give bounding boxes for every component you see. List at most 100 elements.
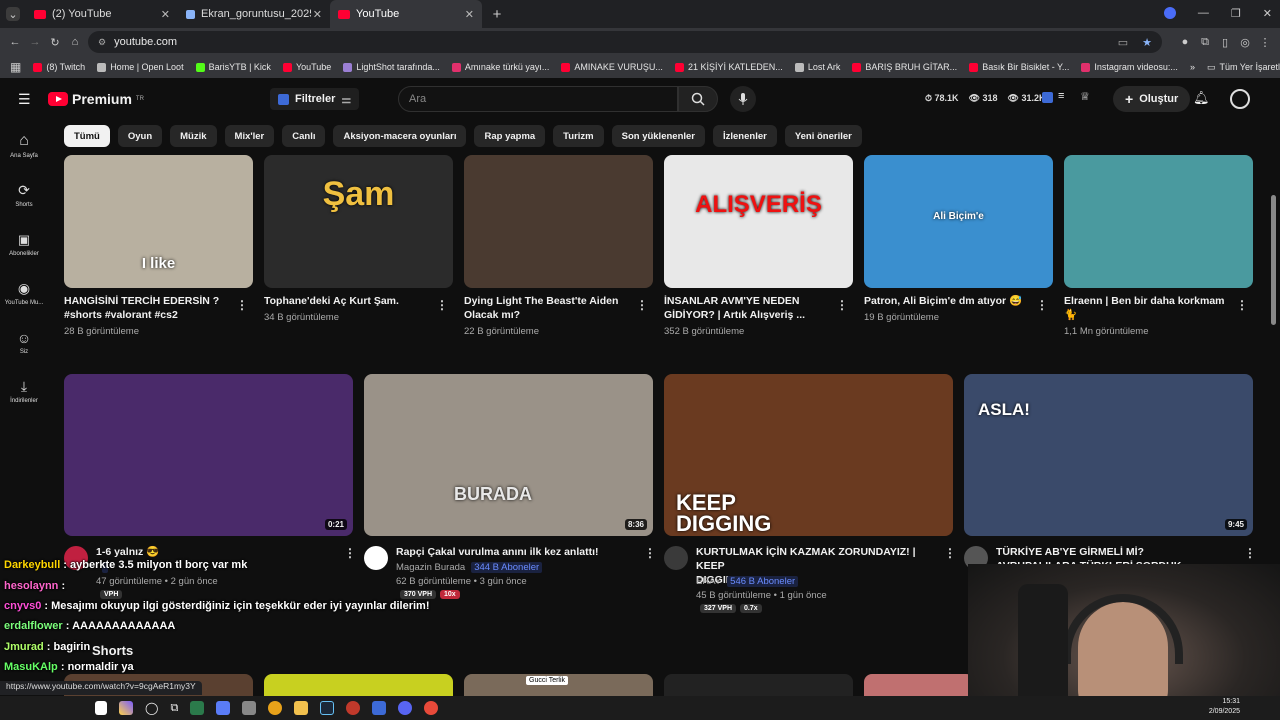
filter-chip[interactable]: Canlı — [282, 125, 326, 147]
site-info-icon[interactable]: ⚙ — [98, 37, 106, 48]
channel-name[interactable]: ERAY — [696, 576, 721, 587]
video-title[interactable]: 1-6 yalnız 😎 — [96, 545, 341, 559]
taskbar-app-icon[interactable] — [216, 701, 231, 715]
filter-chip[interactable]: Rap yapma — [474, 125, 546, 147]
new-tab-icon[interactable]: + — [490, 6, 504, 23]
profile-icon[interactable] — [1163, 7, 1176, 19]
bookmark-item[interactable]: Instagram videosu:... — [1081, 62, 1178, 72]
bookmark-item[interactable]: YouTube — [282, 62, 331, 72]
more-options-icon[interactable]: ⋮ — [1236, 298, 1248, 312]
more-options-icon[interactable]: ⋮ — [1036, 298, 1048, 312]
close-tab-icon[interactable]: ✕ — [465, 8, 474, 21]
video-title[interactable]: Tophane'deki Aç Kurt Şam. — [264, 294, 429, 308]
file-explorer-icon[interactable] — [294, 701, 309, 715]
browser-tab-1[interactable]: (2) YouTube ✕ — [26, 0, 178, 28]
task-view-icon[interactable]: ⧉ — [170, 702, 178, 715]
short-thumbnail[interactable] — [1064, 155, 1253, 288]
short-thumbnail[interactable]: I like — [64, 155, 253, 288]
filter-chip[interactable]: Son yüklenenler — [611, 125, 705, 147]
filter-chip[interactable]: İzlenenler — [713, 125, 777, 147]
filter-chip[interactable]: Oyun — [117, 125, 163, 147]
taskbar-app-icon[interactable] — [346, 701, 361, 715]
sidebar-item-home[interactable]: ⌂ Ana Sayfa — [0, 132, 48, 159]
bookmark-item[interactable]: 21 KİŞİYİ KATLEDEN... — [674, 62, 783, 72]
bookmark-item[interactable]: Lost Ark — [794, 62, 840, 72]
video-thumbnail[interactable]: ASLA! 9:45 — [964, 374, 1253, 536]
notifications-bell-icon[interactable]: 🔔︎ — [1193, 90, 1210, 106]
taskbar-app-icon[interactable] — [242, 701, 257, 715]
forward-icon[interactable]: → — [28, 35, 42, 49]
sidebar-item-you[interactable]: ☺ Siz — [0, 330, 48, 355]
menu-dots-icon[interactable]: ⋮ — [1258, 35, 1272, 49]
close-window-icon[interactable]: ✕ — [1263, 7, 1272, 20]
hamburger-menu-icon[interactable]: ☰ — [18, 91, 31, 108]
sidebar-panel-icon[interactable]: ▯ — [1218, 35, 1232, 49]
bookmark-item[interactable]: (8) Twitch — [33, 62, 85, 72]
bookmark-item[interactable]: BARIŞ BRUH GİTAR... — [852, 62, 957, 72]
taskbar-app-icon[interactable] — [372, 701, 387, 715]
short-thumbnail[interactable]: Ali Biçim'e — [864, 155, 1053, 288]
system-clock[interactable]: 15:31 2/09/2025 — [1209, 697, 1240, 717]
bookmark-item[interactable]: AMINAKE VURUŞU... — [561, 62, 663, 72]
channel-name[interactable]: Magazin Burada — [396, 562, 465, 573]
tab-search-icon[interactable]: ⌄ — [6, 7, 20, 21]
chrome-icon[interactable] — [424, 701, 439, 715]
more-options-icon[interactable]: ⋮ — [1244, 546, 1256, 560]
sidebar-item-downloads[interactable]: ⤓ İndirilenler — [0, 378, 48, 404]
video-title[interactable]: HANGİSİNİ TERCİH EDERSİN ? #shorts #valor… — [64, 294, 229, 322]
restore-icon[interactable]: ❐ — [1231, 7, 1241, 20]
create-button[interactable]: + Oluştur — [1113, 86, 1191, 112]
voice-search-button[interactable] — [730, 86, 756, 112]
channel-avatar[interactable] — [364, 546, 388, 570]
minimize-icon[interactable]: — — [1198, 7, 1209, 20]
video-title[interactable]: İNSANLAR AVM'YE NEDEN GİDİYOR? | Artık Al… — [664, 294, 829, 322]
start-icon[interactable]: ◯ — [145, 701, 158, 715]
trophy-icon[interactable]: ♕ — [1080, 90, 1090, 103]
reload-icon[interactable]: ↻ — [48, 35, 62, 49]
more-options-icon[interactable]: ⋮ — [644, 546, 656, 560]
apps-grid-icon[interactable]: ▦ — [10, 60, 21, 74]
bookmark-item[interactable]: Amınake türkü yayı... — [451, 62, 549, 72]
video-title[interactable]: Elraenn | Ben bir daha korkmam 🐈 — [1064, 294, 1229, 322]
more-options-icon[interactable]: ⋮ — [944, 546, 956, 560]
list-icon[interactable]: ≡ — [1058, 90, 1064, 102]
bookmark-item[interactable]: Home | Open Loot — [97, 62, 184, 72]
filter-chip[interactable]: Müzik — [170, 125, 217, 147]
more-options-icon[interactable]: ⋮ — [436, 298, 448, 312]
cast-icon[interactable]: ▭ — [1118, 36, 1128, 49]
sidebar-item-shorts[interactable]: ⟳ Shorts — [0, 182, 48, 208]
more-options-icon[interactable]: ⋮ — [836, 298, 848, 312]
close-tab-icon[interactable]: ✕ — [161, 8, 170, 21]
discord-icon[interactable] — [398, 701, 413, 715]
youtube-logo[interactable]: Premium TR — [48, 91, 144, 107]
extension-toggle-icon[interactable] — [1042, 92, 1053, 103]
sidebar-item-subscriptions[interactable]: ▣ Abonelikler — [0, 232, 48, 257]
channel-avatar[interactable] — [664, 546, 688, 570]
filter-chip[interactable]: Mix'ler — [224, 125, 275, 147]
filter-chip[interactable]: Tümü — [64, 125, 110, 147]
video-thumbnail[interactable]: KEEP DIGGING — [664, 374, 953, 536]
more-options-icon[interactable]: ⋮ — [636, 298, 648, 312]
video-title[interactable]: Dying Light The Beast'te Aiden Olacak mı? — [464, 294, 629, 322]
home-icon[interactable]: ⌂ — [68, 35, 82, 49]
address-bar[interactable]: ⚙ youtube.com ▭ ★ — [88, 31, 1162, 53]
taskbar-app-icon[interactable] — [190, 701, 205, 715]
bookmarks-overflow-icon[interactable]: » — [1190, 62, 1195, 72]
video-thumbnail[interactable]: 0:21 — [64, 374, 353, 536]
more-options-icon[interactable]: ⋮ — [344, 546, 356, 560]
profile-avatar-icon[interactable]: ◎ — [1238, 35, 1252, 49]
bookmark-item[interactable]: LightShot tarafında... — [343, 62, 440, 72]
sidebar-item-music[interactable]: ◉ YouTube Mu... — [0, 280, 48, 306]
copilot-icon[interactable] — [119, 701, 133, 715]
taskbar-app-icon[interactable] — [95, 701, 107, 715]
steam-icon[interactable] — [320, 701, 335, 715]
browser-tab-2[interactable]: Ekran_goruntusu_2025-09-05_0✕ — [178, 0, 330, 28]
video-thumbnail[interactable]: BURADA 8:36 — [364, 374, 653, 536]
back-icon[interactable]: ← — [8, 35, 22, 49]
bookmark-star-icon[interactable]: ★ — [1142, 36, 1152, 49]
short-thumbnail[interactable] — [464, 155, 653, 288]
bookmark-item[interactable]: Basık Bir Bisiklet - Y... — [969, 62, 1069, 72]
video-title[interactable]: Patron, Ali Biçim'e dm atıyor 😅 — [864, 294, 1029, 308]
filter-chip[interactable]: Aksiyon-macera oyunları — [333, 125, 467, 147]
extensions-puzzle-icon[interactable]: ⧉ — [1198, 35, 1212, 49]
